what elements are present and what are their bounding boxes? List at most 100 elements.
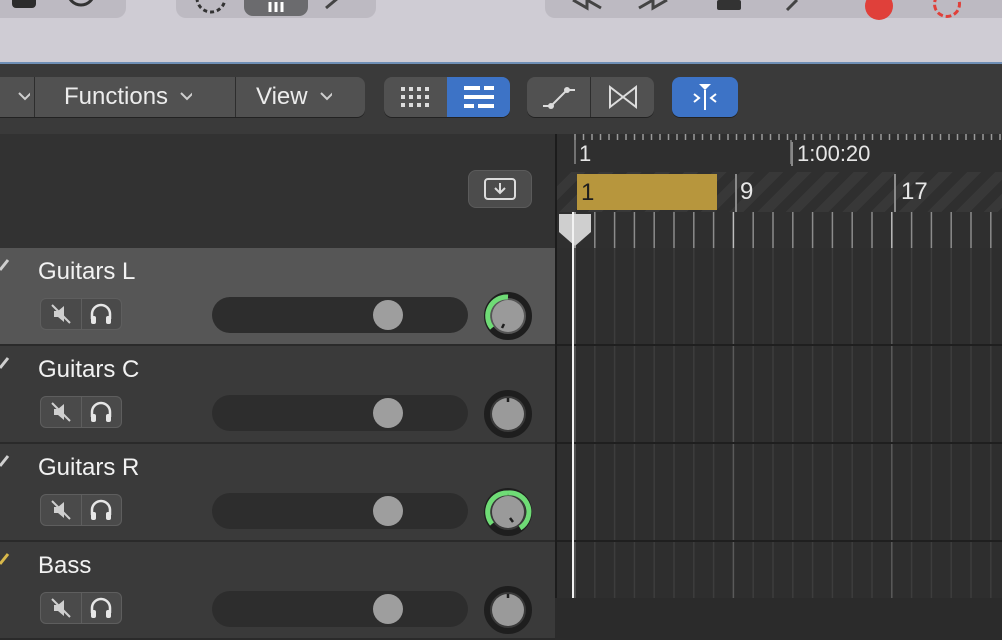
pan-knob[interactable] [482, 486, 534, 538]
mute-button[interactable] [41, 397, 81, 427]
mute-solo-group [40, 494, 122, 526]
toolbar-group-center[interactable] [176, 0, 376, 18]
mute-solo-group [40, 592, 122, 624]
chevron-down-icon [319, 92, 332, 101]
solo-button[interactable] [81, 299, 121, 329]
volume-slider-knob[interactable] [373, 594, 403, 624]
rewind-icon[interactable] [569, 0, 609, 12]
record-button[interactable] [865, 0, 893, 20]
snap-align-icon [693, 84, 717, 110]
info-icon[interactable] [66, 0, 96, 12]
menu-divider [34, 77, 35, 117]
tracks-area[interactable] [555, 248, 1002, 598]
flex-icon [608, 84, 637, 110]
bar-divider [735, 174, 737, 212]
track-row-divider [557, 540, 1002, 542]
volume-slider[interactable] [212, 591, 468, 627]
view-mode-segment [384, 77, 510, 117]
volume-slider-knob[interactable] [373, 300, 403, 330]
headphones-icon [90, 303, 112, 324]
ruler-time-label: 1:00:20 [797, 141, 871, 166]
track-row-divider [557, 344, 1002, 346]
functions-menu-label: Functions [64, 83, 169, 110]
playhead-handle[interactable] [557, 212, 593, 246]
mute-button[interactable] [41, 495, 81, 525]
mute-button[interactable] [41, 299, 81, 329]
volume-slider-knob[interactable] [373, 398, 403, 428]
catch-button[interactable] [468, 170, 532, 208]
track-name[interactable]: Guitars L [38, 258, 135, 286]
functions-menu[interactable]: Functions [64, 77, 193, 117]
toolbar-group-left[interactable] [0, 0, 126, 18]
ruler-ticks [574, 134, 1001, 164]
playhead[interactable] [572, 212, 574, 598]
track-icon [0, 259, 10, 271]
ruler-bar-label: 1 [579, 141, 592, 166]
track-header-top [0, 134, 555, 248]
track-name[interactable]: Guitars R [38, 454, 139, 482]
flex-time-button[interactable] [591, 77, 654, 117]
track-row-divider [557, 442, 1002, 444]
stop-icon[interactable] [717, 0, 741, 10]
tracks-view-icon [463, 86, 494, 108]
cycle-region[interactable]: 1 [577, 174, 717, 210]
mute-solo-group [40, 298, 122, 330]
bar-marker-9: 9 [740, 178, 754, 205]
grid-icon [401, 87, 429, 107]
pan-knob[interactable] [482, 290, 534, 342]
menu-divider [235, 77, 236, 117]
window-toolbar [0, 0, 1002, 64]
play-icon[interactable] [783, 0, 803, 12]
chevron-down-icon [180, 92, 193, 101]
headphones-icon [90, 597, 112, 618]
solo-button[interactable] [81, 495, 121, 525]
transport-group [545, 0, 1002, 20]
bar-marker-17: 17 [901, 178, 928, 205]
capture-record-button[interactable] [933, 0, 961, 18]
automation-button[interactable] [527, 77, 590, 117]
tracks-view-button[interactable] [447, 77, 510, 117]
editor-icon[interactable] [324, 0, 344, 14]
speaker-mute-icon [51, 402, 71, 422]
track-name[interactable]: Guitars C [38, 356, 139, 384]
download-icon [484, 178, 516, 200]
volume-slider[interactable] [212, 395, 468, 431]
mute-solo-group [40, 396, 122, 428]
menu-bar: Functions View [0, 77, 365, 117]
volume-slider[interactable] [212, 297, 468, 333]
snap-icon-wrap [672, 77, 738, 117]
headphones-icon [90, 499, 112, 520]
chevron-down-icon [18, 92, 30, 101]
beat-grid [574, 212, 992, 248]
solo-button[interactable] [81, 397, 121, 427]
smart-controls-icon[interactable] [194, 0, 228, 16]
volume-slider[interactable] [212, 493, 468, 529]
track-header[interactable]: Guitars C [0, 346, 555, 444]
snap-button[interactable] [672, 77, 738, 117]
library-icon[interactable] [10, 0, 40, 12]
pan-knob[interactable] [482, 584, 534, 636]
track-header[interactable]: Guitars L [0, 248, 555, 346]
grid-view-button[interactable] [384, 77, 446, 117]
track-header[interactable]: Guitars R [0, 444, 555, 542]
edit-menu-chevron[interactable] [6, 77, 36, 117]
ruler-marker [791, 142, 793, 166]
pan-knob[interactable] [482, 388, 534, 440]
mixer-button[interactable] [244, 0, 308, 16]
automation-segment [527, 77, 654, 117]
headphones-icon [90, 401, 112, 422]
speaker-mute-icon [51, 500, 71, 520]
automation-curve-icon [542, 87, 575, 109]
track-name[interactable]: Bass [38, 552, 91, 580]
view-menu-label: View [256, 83, 308, 110]
cycle-label: 1 [581, 179, 595, 206]
speaker-mute-icon [51, 598, 71, 618]
forward-icon[interactable] [635, 0, 675, 12]
content-grid [557, 248, 1002, 598]
speaker-mute-icon [51, 304, 71, 324]
track-header[interactable]: Bass [0, 542, 555, 640]
volume-slider-knob[interactable] [373, 496, 403, 526]
bar-divider [894, 174, 896, 212]
ruler[interactable]: 1 1:00:20 1 9 17 [555, 134, 1002, 248]
view-menu[interactable]: View [256, 77, 332, 117]
